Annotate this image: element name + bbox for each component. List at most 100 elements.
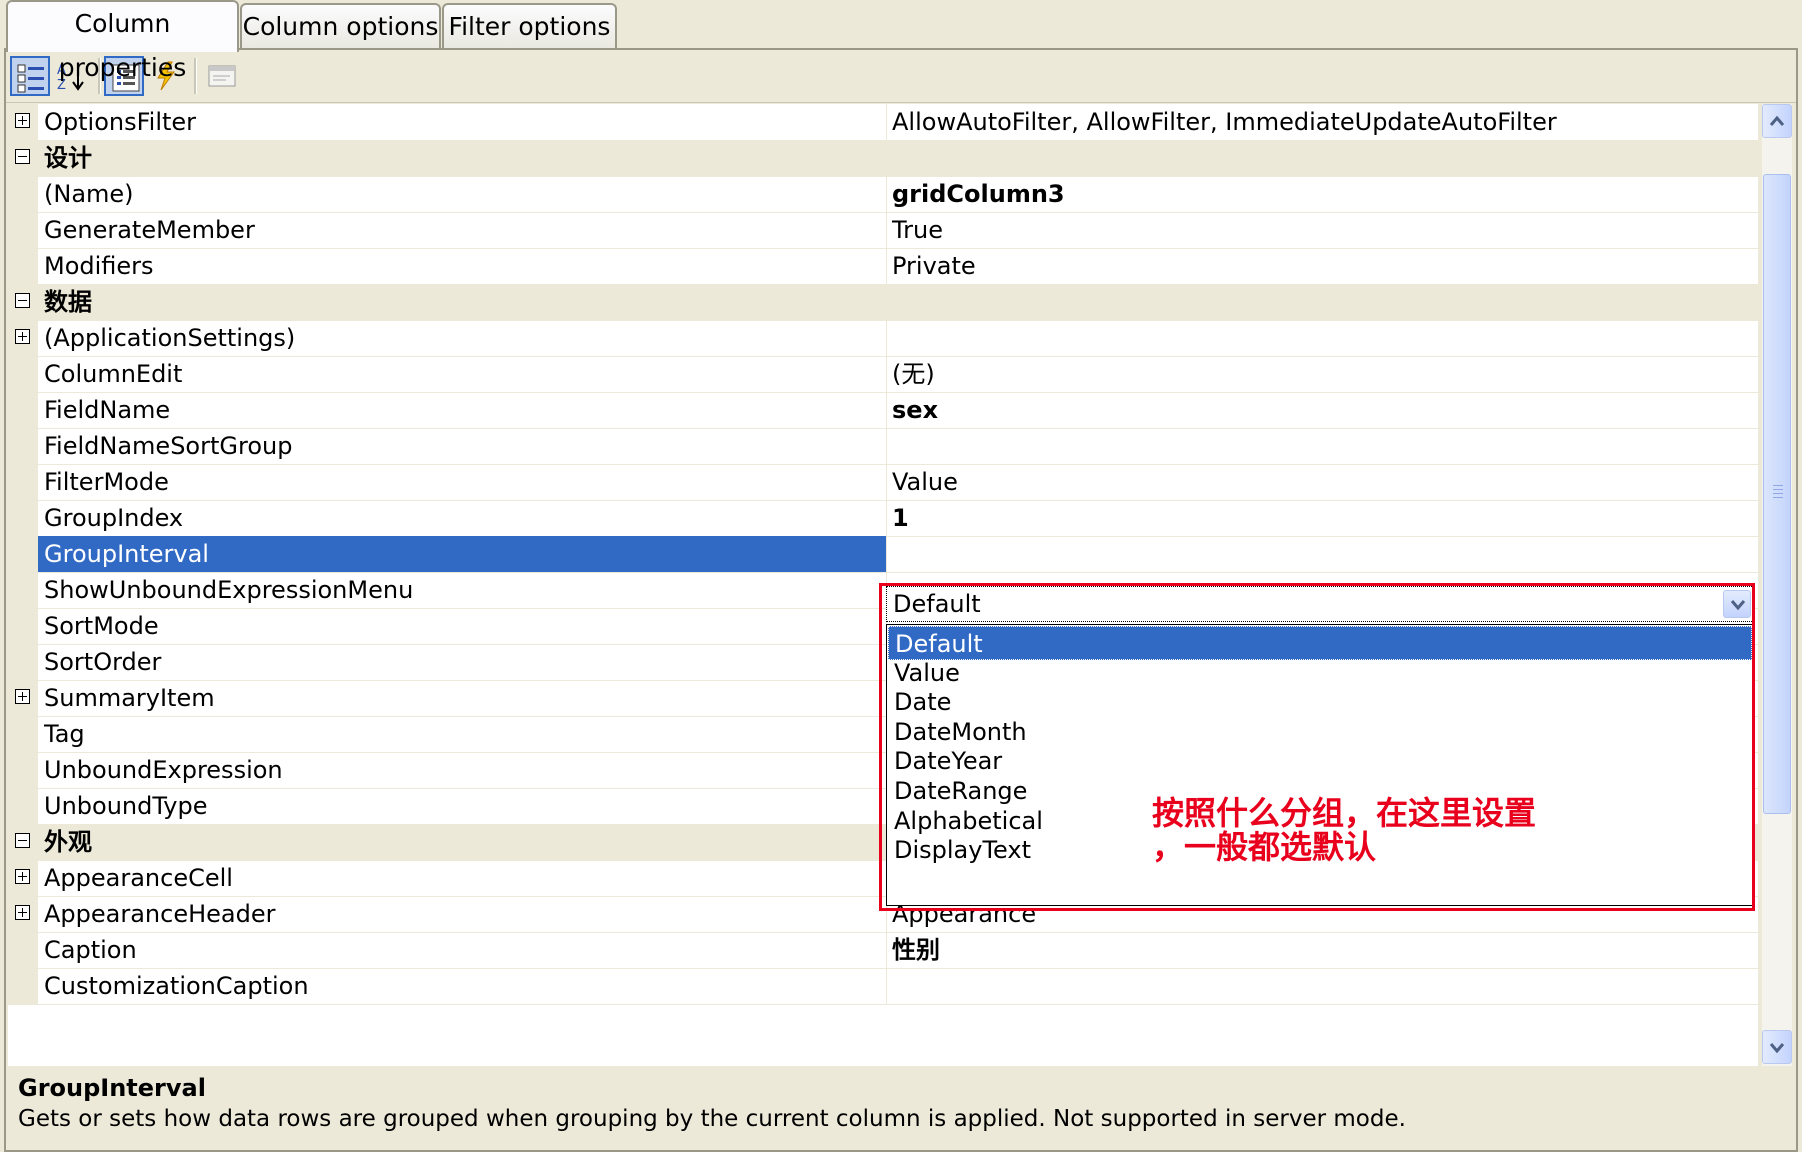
- property-value[interactable]: [892, 536, 1752, 572]
- property-value[interactable]: 1: [892, 500, 1752, 536]
- toolbar-separator: [194, 58, 197, 94]
- category-label: 设计: [44, 144, 92, 172]
- property-name: UnboundType: [44, 792, 208, 820]
- property-row[interactable]: OptionsFilter AllowAutoFilter, AllowFilte…: [8, 104, 1758, 141]
- expand-icon[interactable]: [15, 689, 30, 704]
- row-gutter: [8, 680, 38, 716]
- column-divider[interactable]: [886, 392, 887, 428]
- category-row[interactable]: 数据: [8, 284, 1758, 321]
- row-gutter: [8, 392, 38, 428]
- property-name: SortOrder: [44, 648, 162, 676]
- expand-icon[interactable]: [15, 329, 30, 344]
- property-pages-button[interactable]: [202, 56, 242, 96]
- property-row[interactable]: Caption 性别: [8, 932, 1758, 969]
- property-name: FieldNameSortGroup: [44, 432, 293, 460]
- column-divider[interactable]: [886, 968, 887, 1004]
- row-gutter: [8, 320, 38, 356]
- property-value[interactable]: (无): [892, 356, 1752, 392]
- expand-icon[interactable]: [15, 869, 30, 884]
- column-divider[interactable]: [886, 500, 887, 536]
- row-gutter: [8, 428, 38, 464]
- property-row[interactable]: (ApplicationSettings): [8, 320, 1758, 357]
- property-row[interactable]: FieldName sex: [8, 392, 1758, 429]
- row-gutter: [8, 140, 38, 176]
- annotation-line-1: 按照什么分组，在这里设置: [1152, 794, 1537, 832]
- chevron-down-icon: [1730, 600, 1746, 611]
- scroll-down-button[interactable]: [1762, 1030, 1792, 1064]
- property-value[interactable]: Private: [892, 248, 1752, 284]
- categorized-icon: [17, 64, 44, 93]
- property-row[interactable]: CustomizationCaption: [8, 968, 1758, 1005]
- property-row[interactable]: ColumnEdit (无): [8, 356, 1758, 393]
- column-divider[interactable]: [886, 464, 887, 500]
- group-interval-combo[interactable]: Default: [886, 586, 1754, 622]
- property-value[interactable]: sex: [892, 392, 1752, 428]
- collapse-icon[interactable]: [15, 833, 30, 848]
- column-divider[interactable]: [886, 536, 887, 572]
- chevron-up-icon: [1769, 115, 1785, 126]
- column-divider[interactable]: [886, 248, 887, 284]
- expand-icon[interactable]: [15, 113, 30, 128]
- property-row[interactable]: (Name) gridColumn3: [8, 176, 1758, 213]
- row-gutter: [8, 968, 38, 1004]
- scroll-thumb[interactable]: [1763, 174, 1791, 814]
- property-value[interactable]: AllowAutoFilter, AllowFilter, ImmediateU…: [892, 104, 1752, 140]
- row-gutter: [8, 356, 38, 392]
- property-row[interactable]: FilterMode Value: [8, 464, 1758, 501]
- row-gutter: [8, 536, 38, 572]
- category-label: 数据: [44, 288, 92, 316]
- combo-dropdown-button[interactable]: [1723, 590, 1751, 618]
- category-row[interactable]: 设计: [8, 140, 1758, 177]
- property-row[interactable]: GroupInterval: [8, 536, 1758, 573]
- tab-column-properties[interactable]: Column properties: [6, 0, 239, 82]
- column-divider[interactable]: [886, 104, 887, 140]
- toolbar: A Z: [6, 50, 1796, 103]
- scroll-up-button[interactable]: [1762, 104, 1792, 138]
- property-grid: OptionsFilter AllowAutoFilter, AllowFilte…: [8, 104, 1758, 1066]
- property-name: ColumnEdit: [44, 360, 183, 388]
- grip-line: [1773, 493, 1783, 494]
- property-name: (ApplicationSettings): [44, 324, 296, 352]
- property-value[interactable]: [892, 428, 1752, 464]
- property-row[interactable]: GenerateMember True: [8, 212, 1758, 249]
- category-label: 外观: [44, 828, 92, 856]
- property-name: Tag: [44, 720, 85, 748]
- property-value[interactable]: 性别: [892, 932, 1752, 968]
- property-value[interactable]: [892, 320, 1752, 356]
- grip-line: [1773, 485, 1783, 486]
- description-text: Gets or sets how data rows are grouped w…: [18, 1106, 1406, 1132]
- expand-icon[interactable]: [15, 905, 30, 920]
- column-divider[interactable]: [886, 356, 887, 392]
- property-value[interactable]: [892, 968, 1752, 1004]
- property-value[interactable]: gridColumn3: [892, 176, 1752, 212]
- vertical-scrollbar[interactable]: [1762, 104, 1792, 1066]
- property-name: Caption: [44, 936, 137, 964]
- tab-filter-options[interactable]: Filter options: [442, 3, 617, 49]
- property-name: Modifiers: [44, 252, 154, 280]
- row-gutter: [8, 860, 38, 896]
- property-name: UnboundExpression: [44, 756, 283, 784]
- description-pane: GroupInterval Gets or sets how data rows…: [8, 1072, 1792, 1146]
- tab-column-options[interactable]: Column options: [240, 3, 441, 49]
- row-gutter: [8, 752, 38, 788]
- column-divider[interactable]: [886, 176, 887, 212]
- property-value[interactable]: True: [892, 212, 1752, 248]
- column-divider[interactable]: [886, 932, 887, 968]
- property-name: ShowUnboundExpressionMenu: [44, 576, 414, 604]
- row-gutter: [8, 716, 38, 752]
- collapse-icon[interactable]: [15, 293, 30, 308]
- collapse-icon[interactable]: [15, 149, 30, 164]
- property-row[interactable]: GroupIndex 1: [8, 500, 1758, 537]
- property-name: GroupIndex: [44, 504, 184, 532]
- property-value[interactable]: Value: [892, 464, 1752, 500]
- tab-strip: Column properties Column options Filter …: [0, 0, 1802, 82]
- property-row[interactable]: FieldNameSortGroup: [8, 428, 1758, 465]
- property-name: GroupInterval: [38, 536, 886, 572]
- column-divider[interactable]: [886, 320, 887, 356]
- column-divider[interactable]: [886, 212, 887, 248]
- description-title: GroupInterval: [18, 1074, 206, 1102]
- categorized-button[interactable]: [10, 56, 50, 96]
- row-gutter: [8, 248, 38, 284]
- property-row[interactable]: Modifiers Private: [8, 248, 1758, 285]
- column-divider[interactable]: [886, 428, 887, 464]
